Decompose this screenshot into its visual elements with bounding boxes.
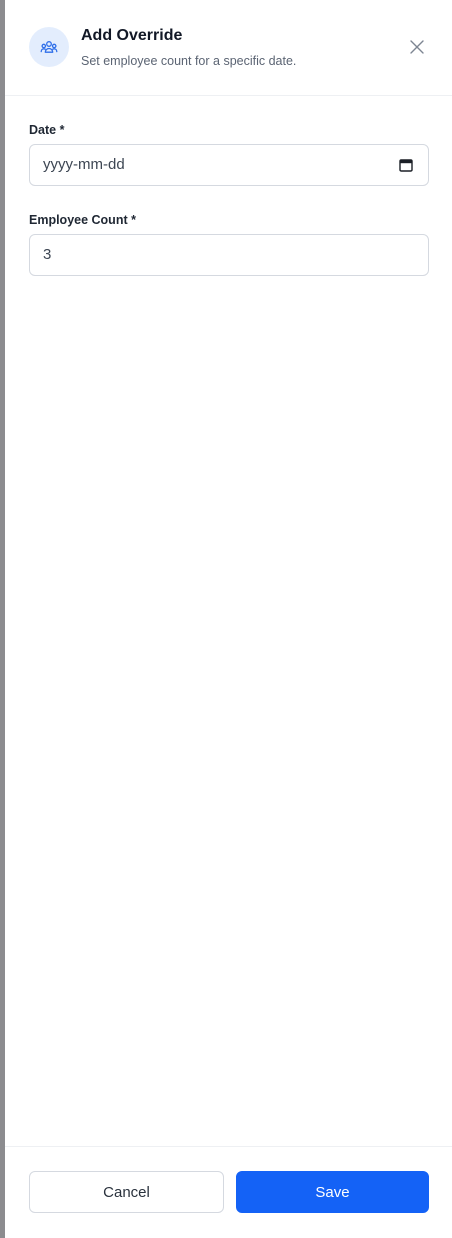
drawer-title: Add Override [81, 27, 183, 44]
drawer-subtitle: Set employee count for a specific date. [81, 54, 297, 68]
save-button[interactable]: Save [236, 1171, 429, 1213]
override-drawer: Add Override Set employee count for a sp… [5, 0, 452, 1238]
date-label: Date * [29, 123, 65, 137]
employee-count-input[interactable]: 3 [29, 234, 429, 276]
cancel-button[interactable]: Cancel [29, 1171, 224, 1213]
drawer-header: Add Override Set employee count for a sp… [5, 0, 452, 96]
close-icon [410, 40, 424, 54]
employee-count-label: Employee Count * [29, 213, 136, 227]
date-input[interactable]: yyyy-mm-dd [29, 144, 429, 186]
users-icon [29, 27, 69, 67]
date-placeholder: yyyy-mm-dd [43, 156, 125, 173]
calendar-icon[interactable] [398, 157, 414, 173]
drawer-footer: Cancel Save [5, 1146, 452, 1238]
close-button[interactable] [405, 36, 429, 58]
employee-count-value: 3 [43, 246, 52, 263]
